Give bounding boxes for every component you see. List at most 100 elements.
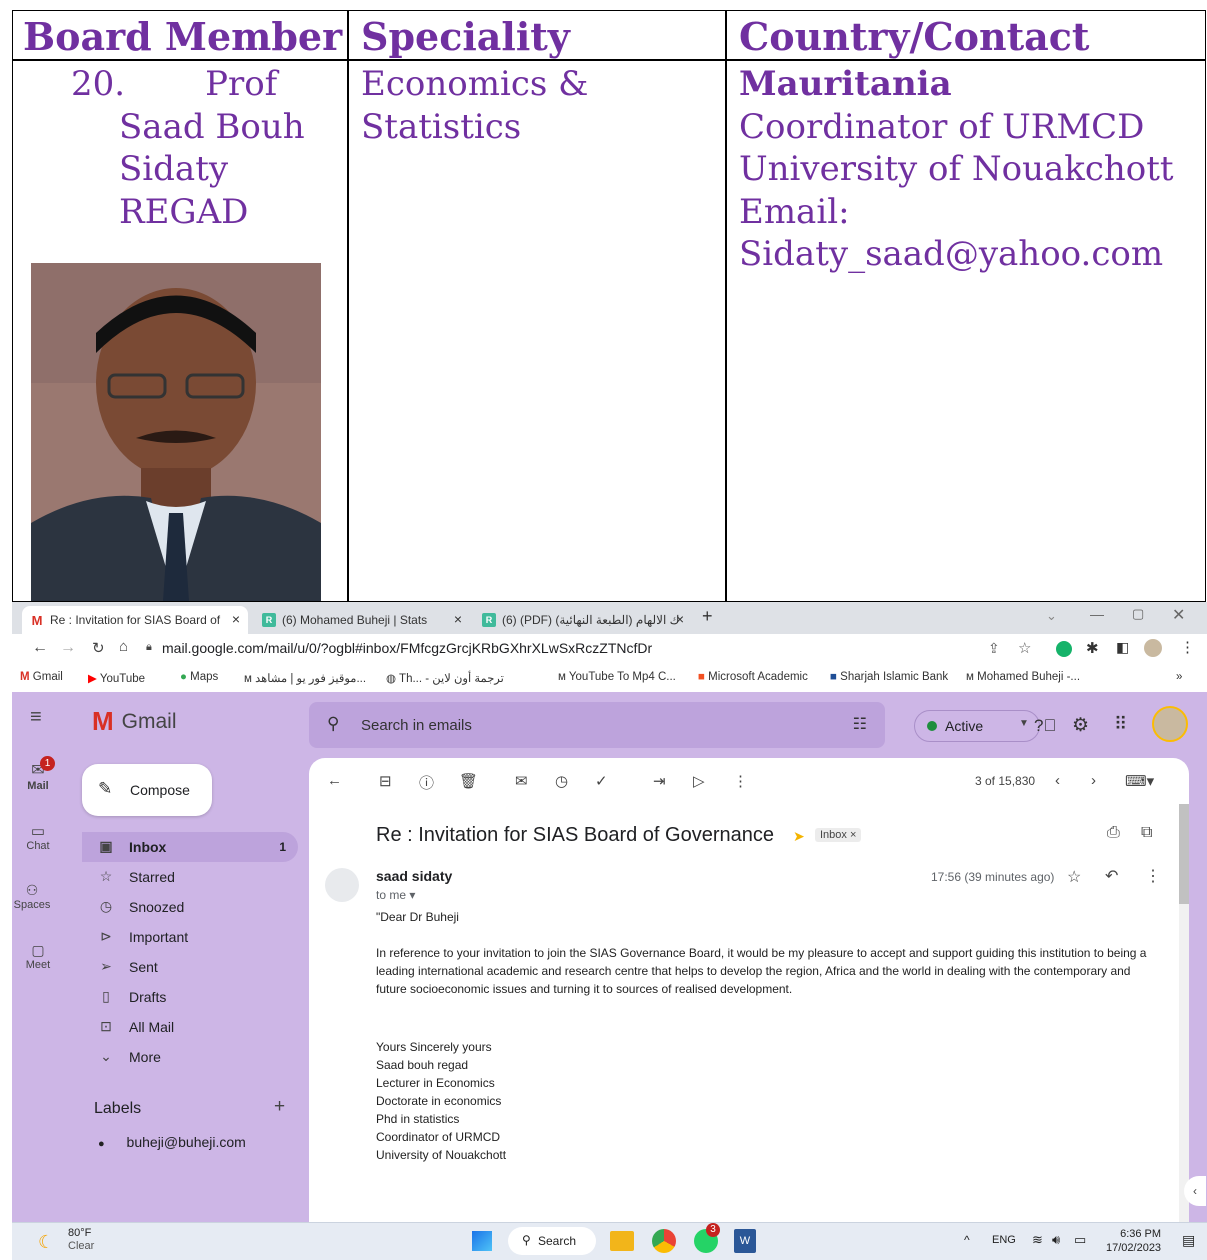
back-arrow-icon[interactable]: ← [327,772,342,789]
language-indicator[interactable]: ENG [992,1234,1016,1246]
bookmark-sharjah-bank[interactable]: ■ Sharjah Islamic Bank [830,671,948,683]
rail-meet[interactable]: ▢ Meet [12,942,64,971]
url-field[interactable]: mail.google.com/mail/u/0/?ogbl#inbox/FMf… [162,640,652,656]
tab-researchgate-stats[interactable]: R (6) Mohamed Buheji | Stats × [254,606,470,634]
bookmark-youtube-mp4[interactable]: ᴍ YouTube To Mp4 C... [558,671,676,683]
account-avatar[interactable] [1152,706,1188,742]
tab-label: (6) Mohamed Buheji | Stats [282,613,428,627]
gear-icon[interactable]: ⚙ [1072,714,1089,737]
nav-snoozed[interactable]: ◷ Snoozed [82,892,298,922]
print-icon[interactable]: ⎙ [1107,824,1120,842]
status-button[interactable]: Active ▼ [914,710,1040,742]
weather-moon-icon[interactable]: ☾ [38,1232,54,1253]
label-icon[interactable]: ▷ [693,772,705,790]
bookmark-microsoft-academic[interactable]: ■ Microsoft Academic [698,671,808,683]
star-icon[interactable]: ☆ [1067,867,1081,887]
share-icon[interactable]: ⇪ [988,640,1000,657]
wifi-icon[interactable]: ≋ [1032,1232,1043,1248]
forward-icon[interactable]: → [60,639,76,657]
apps-grid-icon[interactable]: ⠿ [1114,714,1127,735]
move-to-icon[interactable]: ⇥ [653,772,666,790]
side-panel-toggle-icon[interactable]: ‹ [1184,1176,1206,1206]
bookmark-label: Gmail [32,671,63,683]
bookmark-youtube[interactable]: ▶ YouTube [88,671,145,685]
filter-options-icon[interactable]: ☷ [853,714,867,734]
rail-chat[interactable]: ▭ Chat [12,822,64,852]
close-icon[interactable]: × [676,611,684,627]
new-tab-icon[interactable]: + [702,606,713,627]
newer-chevron-icon[interactable]: ‹ [1055,772,1060,789]
scrollbar-thumb[interactable] [1179,804,1189,904]
more-bookmarks[interactable]: » [1176,671,1182,683]
email-body-line: In reference to your invitation to join … [376,946,1147,960]
nav-label: All Mail [129,1019,175,1035]
taskbar-search[interactable]: ⚲ Search [508,1227,596,1255]
battery-icon[interactable]: ▭ [1074,1232,1086,1248]
nav-inbox[interactable]: ▣ Inbox 1 [82,832,298,862]
hamburger-menu-icon[interactable]: ≡ [30,706,42,729]
report-spam-icon[interactable]: ⓘ [419,772,434,793]
notification-icon[interactable]: ▤ [1182,1232,1195,1249]
nav-all-mail[interactable]: ⊡ All Mail [82,1012,298,1042]
bookmark-gmail[interactable]: M Gmail [20,671,63,683]
window-close-icon[interactable]: ✕ [1172,605,1185,625]
more-options-icon[interactable]: ⋮ [733,772,748,790]
back-icon[interactable]: ← [32,639,48,657]
recipient-line[interactable]: to me ▾ [376,888,415,902]
help-icon[interactable]: ?⃝ [1034,716,1056,736]
profile-avatar[interactable] [1144,639,1162,657]
bookmark-maps[interactable]: ● Maps [180,671,218,683]
label-item[interactable]: ● buheji@buheji.com [98,1134,246,1150]
nav-drafts[interactable]: ▯ Drafts [82,982,298,1012]
archive-icon[interactable]: ⊟ [379,772,392,790]
delete-icon[interactable]: 🗑︎ [459,772,478,790]
chrome-icon[interactable] [652,1229,676,1253]
snooze-icon[interactable]: ◷ [555,772,568,790]
word-icon[interactable]: W [734,1229,756,1253]
grammarly-icon[interactable] [1056,641,1072,657]
add-task-icon[interactable]: ✓ [595,772,608,790]
minimize-icon[interactable]: — [1090,606,1104,622]
more-options-icon[interactable]: ⋮ [1145,866,1161,886]
tab-researchgate-pdf[interactable]: R (6) (PDF) (الطبعة النهائية) ك الالهام … [474,606,692,634]
windows-start-icon[interactable] [472,1231,492,1251]
close-icon[interactable]: × [454,611,462,627]
compose-button[interactable]: ✎ Compose [82,764,212,816]
clock[interactable]: 6:36 PM 17/02/2023 [1106,1227,1161,1255]
restore-icon[interactable]: ▢ [1132,606,1144,622]
rail-spaces[interactable]: ⚇ Spaces [12,882,58,911]
search-bar[interactable]: ⚲ Search in emails ☷ [309,702,885,748]
menu-icon[interactable]: ⋮ [1180,638,1195,656]
weather-widget[interactable]: 80°F Clear [68,1227,94,1253]
gmail-icon: M [20,671,30,683]
file-explorer-icon[interactable] [610,1231,634,1251]
reply-icon[interactable]: ↶ [1105,866,1118,886]
inbox-label-chip[interactable]: Inbox × [815,828,862,842]
extensions-icon[interactable]: ✱ [1086,639,1099,657]
search-input[interactable]: Search in emails [361,717,472,734]
nav-sent[interactable]: ➢ Sent [82,952,298,982]
older-chevron-icon[interactable]: › [1091,772,1096,789]
nav-important[interactable]: ⊳ Important [82,922,298,952]
mark-unread-icon[interactable]: ✉ [515,772,528,790]
home-icon[interactable]: ⌂ [119,638,128,655]
gmail-logo[interactable]: M Gmail [92,706,177,737]
add-label-icon[interactable]: + [274,1096,285,1118]
show-hidden-icons-icon[interactable]: ^ [964,1233,970,1247]
close-icon[interactable]: × [232,611,240,627]
reload-icon[interactable]: ↻ [92,639,105,657]
input-tools-icon[interactable]: ⌨▾ [1125,772,1154,790]
chevron-down-icon[interactable]: ⌄ [1046,608,1057,624]
bookmark-movies[interactable]: ᴍ موقيز فور يو | مشاهد... [244,671,366,685]
bookmark-translate[interactable]: ◍ Th... - ترجمة أون لاين [386,671,504,685]
sidepanel-icon[interactable]: ◧ [1116,639,1129,656]
nav-more[interactable]: ⌄ More [82,1042,298,1072]
tab-gmail[interactable]: M Re : Invitation for SIAS Board of × [22,606,248,634]
nav-starred[interactable]: ☆ Starred [82,862,298,892]
rail-mail[interactable]: ✉ 1 Mail [12,756,64,792]
bookmark-mohamed-buheji[interactable]: ᴍ Mohamed Buheji -... [966,671,1080,683]
star-icon[interactable]: ☆ [1018,639,1031,657]
open-new-window-icon[interactable]: ⧉ [1141,824,1152,842]
speaker-icon[interactable]: 🔊︎ [1052,1232,1060,1248]
rail-mail-label: Mail [27,780,49,792]
